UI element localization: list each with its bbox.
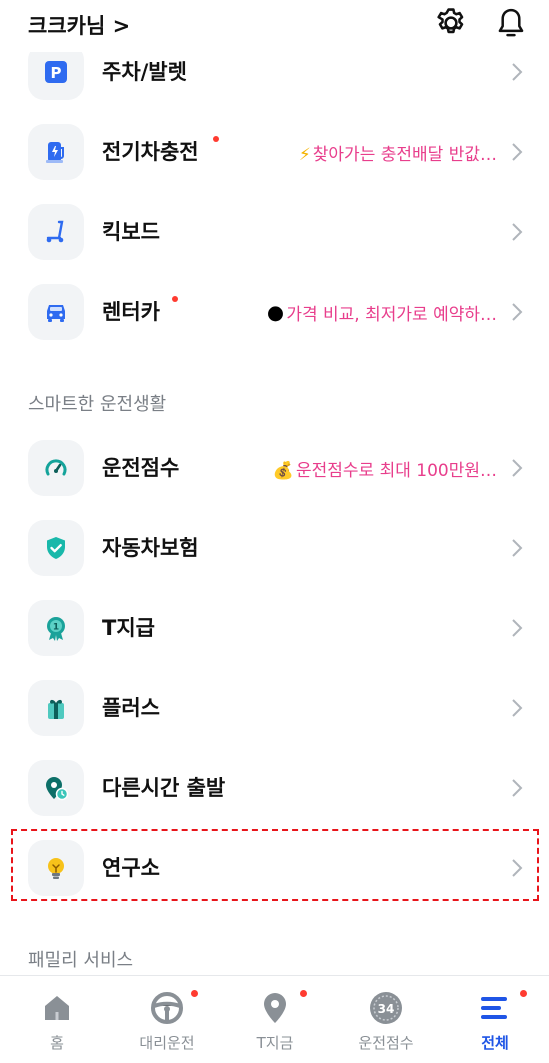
ev-charging-icon-tile [28, 124, 84, 180]
tab-label: 대리운전 [139, 1034, 195, 1052]
tab-all-menu[interactable]: 전체 [440, 976, 549, 1063]
gift-box-icon [48, 699, 64, 719]
menu-item-label: 자동차보험 [102, 536, 199, 560]
menu-item-kickboard[interactable]: 킥보드 [0, 192, 549, 272]
menu-icon [481, 997, 507, 1019]
chevron-right-icon [512, 63, 523, 81]
promo-text: 🌑 가격 비교, 최저가로 예약하… [266, 305, 497, 325]
menu-item-label: 주차/발렛 [102, 60, 187, 84]
tab-driving-score[interactable]: 34 운전점수 [331, 976, 441, 1063]
tab-t-now[interactable]: T지금 [220, 976, 330, 1063]
svg-text:P: P [51, 64, 62, 82]
kickboard-icon [46, 220, 64, 243]
new-badge-dot [191, 990, 198, 997]
menu-item-t-payment[interactable]: 1 T지급 [0, 588, 549, 668]
speedometer-icon [45, 459, 67, 476]
score-gauge-icon: 34 [370, 992, 402, 1024]
menu-item-rental-car[interactable]: 렌터카 🌑 가격 비교, 최저가로 예약하… [0, 272, 549, 352]
settings-gear-icon[interactable] [434, 6, 468, 40]
menu-item-label: 킥보드 [102, 220, 160, 244]
parking-icon-tile: P [28, 44, 84, 100]
shield-check-icon [47, 537, 65, 559]
promo-text: 💰 운전점수로 최대 100만원… [272, 461, 497, 481]
driving-score-icon-tile [28, 440, 84, 496]
tab-label: T지금 [256, 1034, 294, 1052]
section-title-smart-driving: 스마트한 운전생활 [28, 394, 167, 415]
steering-wheel-icon [151, 992, 183, 1024]
menu-item-car-insurance[interactable]: 자동차보험 [0, 508, 549, 588]
tab-label: 운전점수 [358, 1034, 414, 1052]
rental-car-icon-tile [28, 284, 84, 340]
section-title-family-service: 패밀리 서비스 [28, 950, 134, 971]
tab-label: 홈 [50, 1034, 64, 1052]
new-badge-dot [213, 136, 219, 142]
menu-item-driving-score[interactable]: 운전점수 💰 운전점수로 최대 100만원… [0, 428, 549, 508]
plus-icon-tile [28, 680, 84, 736]
new-badge-dot [520, 990, 527, 997]
tab-designated-driver[interactable]: 대리운전 [112, 976, 222, 1063]
user-profile-link[interactable]: 크크카님 > [28, 10, 130, 40]
promo-text: ⚡ 찾아가는 충전배달 반값… [298, 145, 497, 165]
menu-item-label: 전기차충전 [102, 140, 199, 164]
chevron-right-icon [512, 619, 523, 637]
ev-charger-icon [46, 142, 64, 163]
top-header: 크크카님 > [0, 0, 549, 52]
menu-item-other-time-departure[interactable]: 다른시간 출발 [0, 748, 549, 828]
chevron-right-icon [512, 303, 523, 321]
other-time-icon-tile [28, 760, 84, 816]
t-payment-icon-tile: 1 [28, 600, 84, 656]
menu-item-label: T지급 [102, 616, 155, 640]
chevron-right-icon [512, 699, 523, 717]
location-pin-icon [264, 993, 286, 1023]
chevron-right-icon [512, 223, 523, 241]
menu-item-label: 렌터카 [102, 300, 160, 324]
notification-bell-icon[interactable] [494, 6, 528, 42]
parking-icon: P [45, 61, 67, 83]
car-insurance-icon-tile [28, 520, 84, 576]
chevron-right-icon [512, 143, 523, 161]
chevron-right-icon [512, 459, 523, 477]
car-icon [47, 305, 65, 322]
menu-item-label: 운전점수 [102, 456, 180, 480]
menu-item-plus[interactable]: 플러스 [0, 668, 549, 748]
menu-item-ev-charging[interactable]: 전기차충전 ⚡ 찾아가는 충전배달 반값… [0, 112, 549, 192]
tab-home[interactable]: 홈 [2, 976, 112, 1063]
pin-clock-icon [46, 777, 69, 801]
kickboard-icon-tile [28, 204, 84, 260]
medal-badge-icon: 1 [47, 617, 65, 641]
tab-label: 전체 [481, 1034, 509, 1052]
chevron-right-icon [512, 779, 523, 797]
home-icon [45, 996, 69, 1020]
svg-text:34: 34 [378, 1002, 395, 1016]
highlight-box [11, 829, 539, 901]
new-badge-dot [172, 296, 178, 302]
menu-item-label: 플러스 [102, 696, 160, 720]
chevron-right-icon [512, 539, 523, 557]
new-badge-dot [300, 990, 307, 997]
menu-item-label: 다른시간 출발 [102, 776, 226, 800]
svg-text:1: 1 [53, 623, 59, 633]
bottom-tab-bar: 홈 대리운전 T지금 34 운전점수 전체 [0, 975, 549, 1063]
